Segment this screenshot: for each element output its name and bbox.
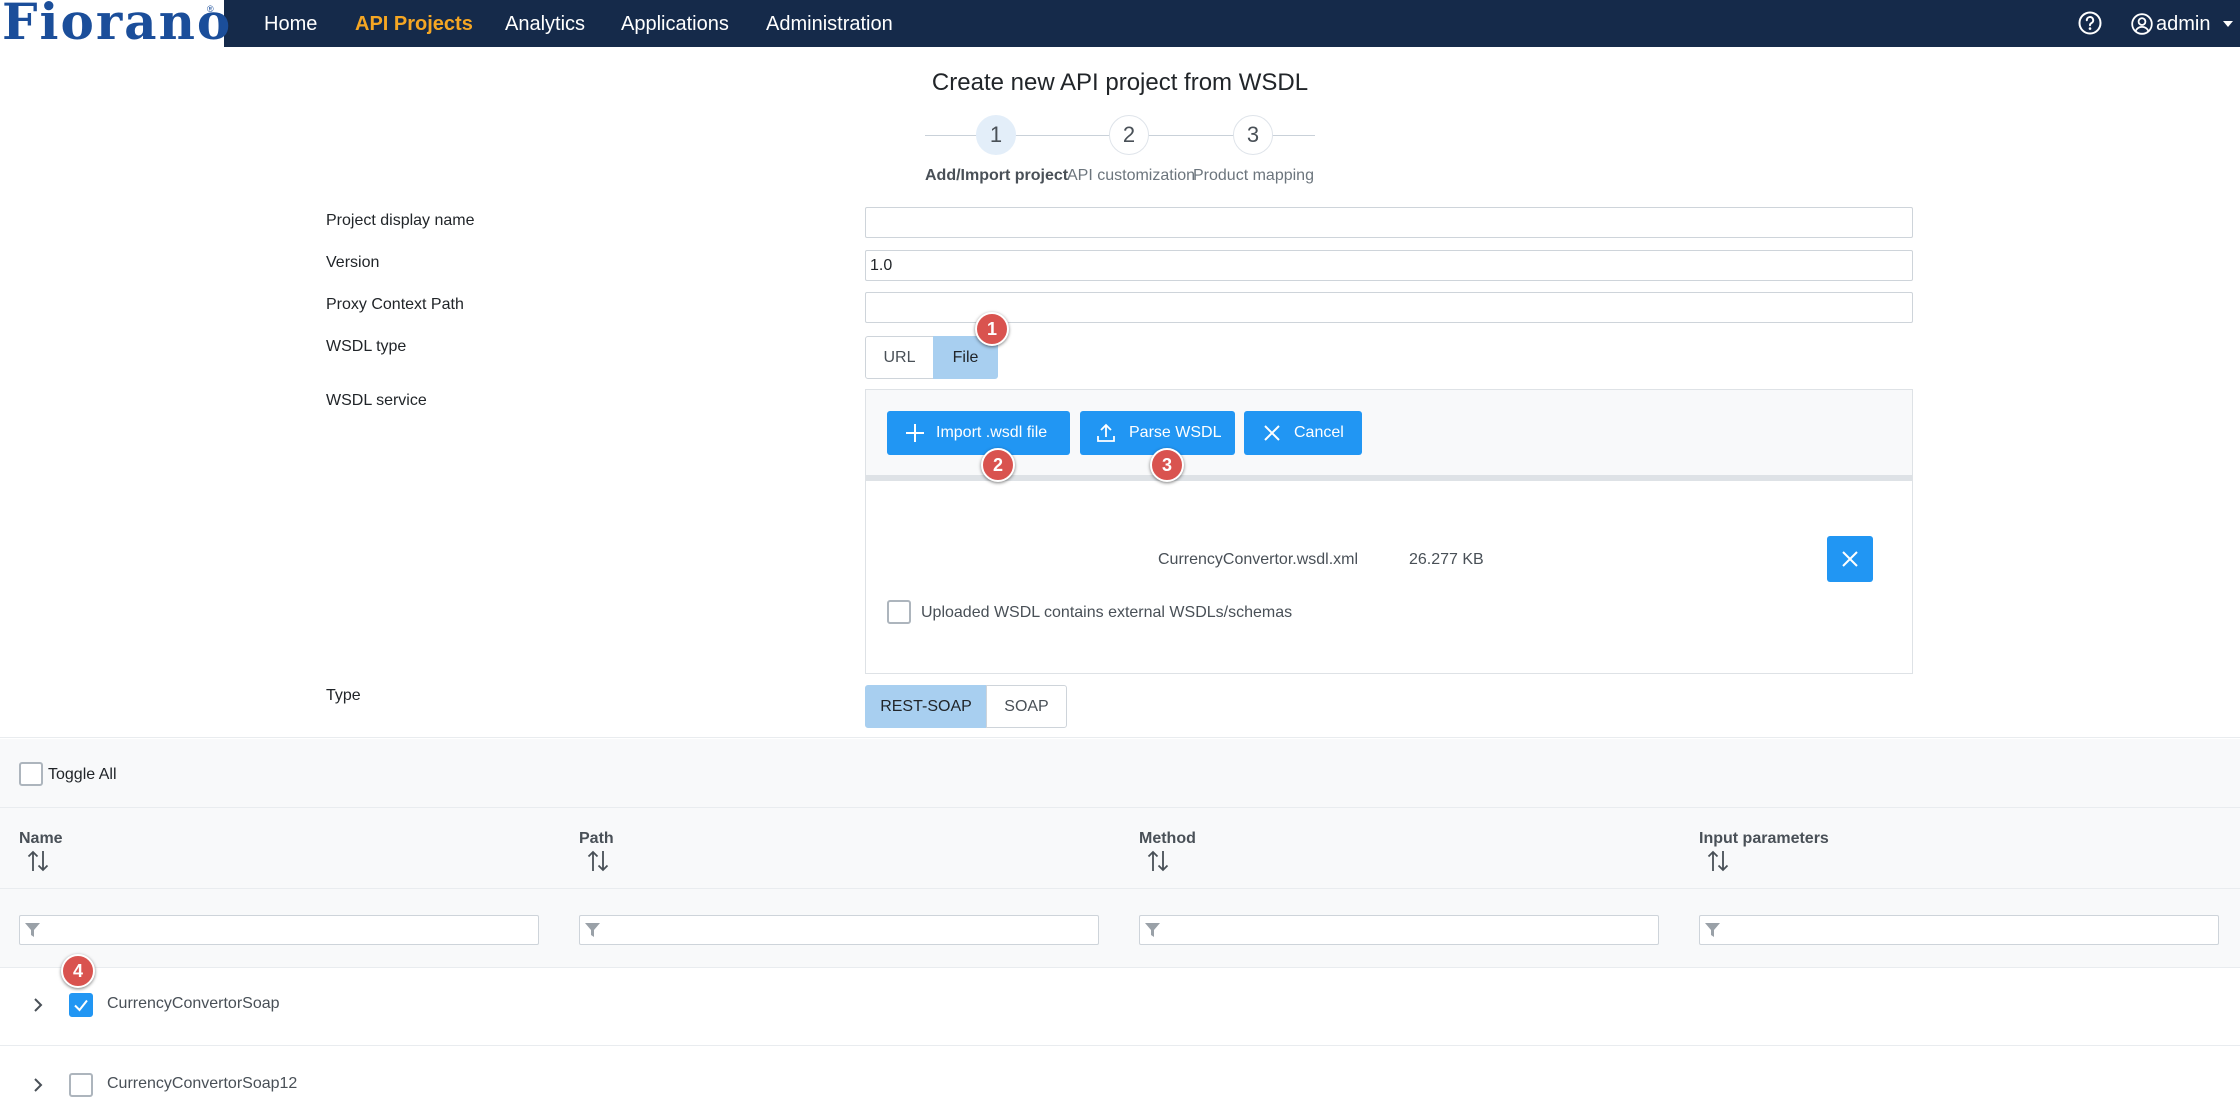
sort-icon[interactable] xyxy=(1147,849,1169,873)
external-wsdl-checkbox[interactable] xyxy=(887,600,911,624)
chevron-down-icon[interactable] xyxy=(2223,21,2233,27)
display-name-input[interactable] xyxy=(865,207,1913,238)
context-path-label: Proxy Context Path xyxy=(326,296,464,313)
registered-mark: ® xyxy=(207,4,214,14)
cancel-label: Cancel xyxy=(1294,424,1344,441)
toggle-all-label: Toggle All xyxy=(48,766,117,783)
chevron-right-icon[interactable] xyxy=(31,1075,45,1095)
top-navbar: Fiorano ® Home API Projects Analytics Ap… xyxy=(0,0,2240,50)
column-path[interactable]: Path xyxy=(579,829,614,849)
callout-badge-3: 3 xyxy=(1150,448,1184,482)
callout-badge-4: 4 xyxy=(61,954,95,988)
remove-file-button[interactable] xyxy=(1827,536,1873,582)
nav-home[interactable]: Home xyxy=(264,12,317,36)
filter-icon xyxy=(1145,923,1160,937)
chevron-right-icon[interactable] xyxy=(31,995,45,1015)
close-icon xyxy=(1264,425,1280,441)
wsdl-upload-panel: Import .wsdl file Parse WSDL Cancel Curr… xyxy=(865,389,1913,674)
version-label: Version xyxy=(326,254,380,271)
step-3-label: Product mapping xyxy=(1193,167,1314,184)
step-3-circle[interactable]: 3 xyxy=(1233,115,1273,155)
step-1-circle[interactable]: 1 xyxy=(976,115,1016,155)
filter-icon xyxy=(585,923,600,937)
callout-badge-2: 2 xyxy=(981,448,1015,482)
user-menu-label[interactable]: admin xyxy=(2156,12,2210,36)
step-1-label: Add/Import project xyxy=(925,167,1069,184)
column-method[interactable]: Method xyxy=(1139,829,1196,849)
nav-analytics[interactable]: Analytics xyxy=(505,12,585,36)
wsdl-type-url[interactable]: URL xyxy=(865,336,934,379)
version-input[interactable]: 1.0 xyxy=(865,250,1913,281)
table-row[interactable] xyxy=(0,1046,2240,1106)
path-filter-input[interactable] xyxy=(579,915,1099,945)
wsdl-type-label: WSDL type xyxy=(326,338,407,355)
name-filter-input[interactable] xyxy=(19,915,539,945)
toggle-all-bar xyxy=(0,739,2240,807)
check-icon xyxy=(74,999,88,1012)
table-row[interactable] xyxy=(0,968,2240,1045)
filter-icon xyxy=(1705,923,1720,937)
column-input-parameters[interactable]: Input parameters xyxy=(1699,829,1829,849)
column-name[interactable]: Name xyxy=(19,829,63,849)
callout-badge-1: 1 xyxy=(975,312,1009,346)
parse-wsdl-label: Parse WSDL xyxy=(1129,424,1222,441)
input-parameters-filter-input[interactable] xyxy=(1699,915,2219,945)
toggle-all-checkbox[interactable] xyxy=(19,762,43,786)
wsdl-upload-toolbar: Import .wsdl file Parse WSDL Cancel xyxy=(866,390,1912,475)
nav-api-projects[interactable]: API Projects xyxy=(355,12,473,36)
step-2-label: API customization xyxy=(1067,167,1196,184)
brand-logo[interactable]: Fiorano ® xyxy=(0,0,230,50)
uploaded-file-size: 26.277 KB xyxy=(1409,551,1484,568)
table-header-row xyxy=(0,808,2240,888)
plus-icon xyxy=(906,424,924,442)
import-wsdl-button[interactable]: Import .wsdl file xyxy=(887,411,1070,455)
parse-wsdl-button[interactable]: Parse WSDL xyxy=(1080,411,1235,455)
step-2-circle[interactable]: 2 xyxy=(1109,115,1149,155)
nav-administration[interactable]: Administration xyxy=(766,12,893,36)
filter-icon xyxy=(25,923,40,937)
context-path-input[interactable] xyxy=(865,292,1913,323)
sort-icon[interactable] xyxy=(587,849,609,873)
type-soap[interactable]: SOAP xyxy=(986,685,1067,728)
help-circle-icon[interactable] xyxy=(2078,11,2102,35)
type-rest-soap[interactable]: REST-SOAP xyxy=(865,685,987,728)
sort-icon[interactable] xyxy=(1707,849,1729,873)
logo-text: Fiorano xyxy=(2,0,233,51)
close-icon xyxy=(1842,551,1858,567)
row-checkbox[interactable] xyxy=(69,993,93,1017)
row-name: CurrencyConvertorSoap12 xyxy=(107,1075,298,1092)
upload-icon xyxy=(1097,423,1115,442)
row-checkbox[interactable] xyxy=(69,1073,93,1097)
page-title: Create new API project from WSDL xyxy=(931,69,1309,96)
external-wsdl-label: Uploaded WSDL contains external WSDLs/sc… xyxy=(921,604,1293,621)
user-circle-icon[interactable] xyxy=(2131,13,2153,35)
uploaded-file-name: CurrencyConvertor.wsdl.xml xyxy=(1158,551,1359,568)
section-divider xyxy=(0,737,2240,738)
nav-applications[interactable]: Applications xyxy=(621,12,729,36)
method-filter-input[interactable] xyxy=(1139,915,1659,945)
sort-icon[interactable] xyxy=(27,849,49,873)
row-name: CurrencyConvertorSoap xyxy=(107,995,280,1012)
type-label: Type xyxy=(326,687,361,704)
wsdl-service-label: WSDL service xyxy=(326,392,427,409)
cancel-button[interactable]: Cancel xyxy=(1244,411,1362,455)
display-name-label: Project display name xyxy=(326,212,475,229)
upload-progress-bar xyxy=(866,475,1912,481)
